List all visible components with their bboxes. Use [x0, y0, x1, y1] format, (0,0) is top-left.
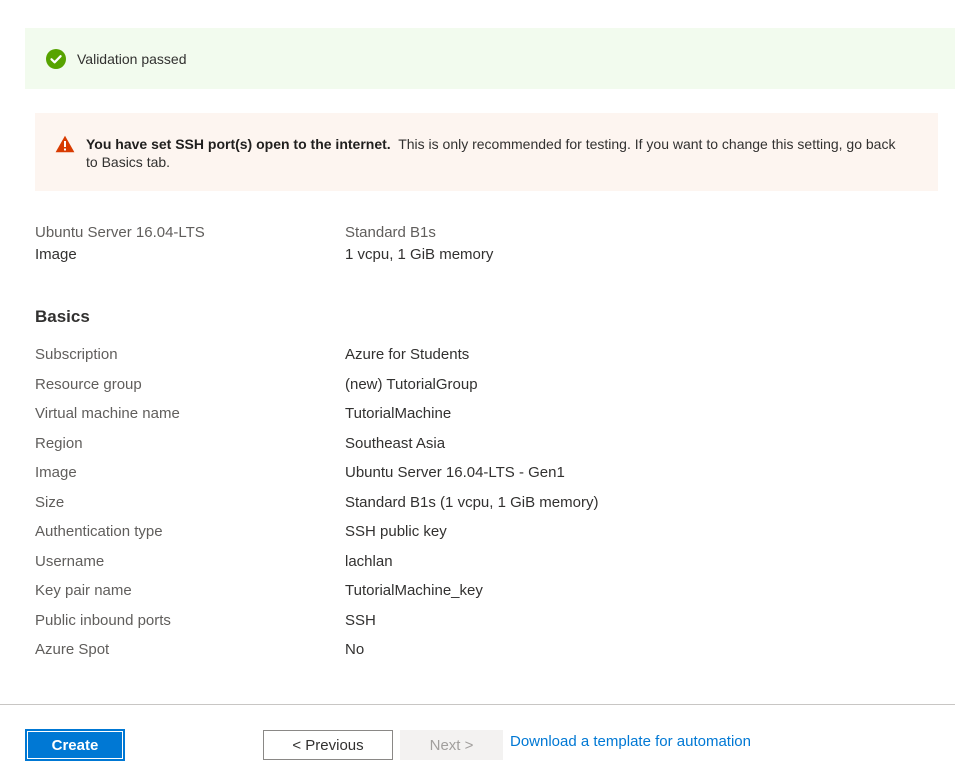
detail-row: Size Standard B1s (1 vcpu, 1 GiB memory): [35, 492, 915, 522]
detail-value: Ubuntu Server 16.04-LTS - Gen1: [345, 464, 565, 481]
detail-value: (new) TutorialGroup: [345, 375, 478, 393]
summary-size-detail: 1 vcpu, 1 GiB memory: [345, 246, 494, 263]
basics-details: Subscription Azure for Students Resource…: [35, 344, 915, 669]
detail-label: Public inbound ports: [35, 611, 171, 629]
detail-row: Resource group (new) TutorialGroup: [35, 374, 915, 404]
detail-row: Username lachlan: [35, 551, 915, 581]
detail-label: Region: [35, 434, 83, 452]
review-create-page: Validation passed You have set SSH port(…: [0, 0, 955, 781]
summary-size-name: Standard B1s: [345, 224, 436, 241]
detail-label: Size: [35, 493, 65, 511]
detail-label: Username: [35, 552, 105, 570]
detail-label: Key pair name: [35, 582, 132, 599]
detail-label: Subscription: [35, 346, 118, 363]
download-template-link[interactable]: Download a template for automation: [510, 733, 751, 750]
detail-label: Resource group: [35, 375, 142, 393]
basics-heading: Basics: [35, 307, 90, 326]
warning-triangle-icon: [55, 135, 75, 153]
detail-row: Azure Spot No: [35, 639, 915, 669]
warning-bold-text: You have set SSH port(s) open to the int…: [86, 136, 391, 152]
previous-button[interactable]: < Previous: [263, 730, 393, 760]
summary-image-label: Image: [35, 246, 77, 263]
detail-value: TutorialMachine_key: [345, 582, 483, 599]
detail-label: Virtual machine name: [35, 405, 180, 422]
ssh-warning-box: You have set SSH port(s) open to the int…: [35, 113, 938, 191]
check-circle-icon: [46, 48, 66, 69]
detail-label: Image: [35, 464, 77, 481]
detail-label: Authentication type: [35, 523, 163, 540]
detail-row: Subscription Azure for Students: [35, 344, 915, 374]
detail-value: Southeast Asia: [345, 434, 446, 452]
detail-value: No: [345, 641, 365, 658]
detail-row: Region Southeast Asia: [35, 433, 915, 463]
detail-row: Key pair name TutorialMachine_key: [35, 580, 915, 610]
footer-divider: [0, 704, 955, 705]
detail-value: Azure for Students: [345, 346, 470, 363]
detail-value: lachlan: [345, 552, 393, 570]
detail-value: SSH public key: [345, 523, 447, 540]
detail-row: Image Ubuntu Server 16.04-LTS - Gen1: [35, 462, 915, 492]
create-button[interactable]: Create: [25, 729, 125, 761]
detail-label: Azure Spot: [35, 641, 110, 658]
detail-row: Virtual machine name TutorialMachine: [35, 403, 915, 433]
next-button[interactable]: Next >: [400, 730, 503, 760]
detail-value: Standard B1s (1 vcpu, 1 GiB memory): [345, 493, 599, 511]
validation-banner: Validation passed: [25, 28, 955, 89]
summary-image-name: Ubuntu Server 16.04-LTS: [35, 224, 205, 241]
detail-value: SSH: [345, 611, 376, 629]
detail-row: Authentication type SSH public key: [35, 521, 915, 551]
validation-message: Validation passed: [77, 50, 187, 67]
detail-row: Public inbound ports SSH: [35, 610, 915, 640]
detail-value: TutorialMachine: [345, 405, 452, 422]
